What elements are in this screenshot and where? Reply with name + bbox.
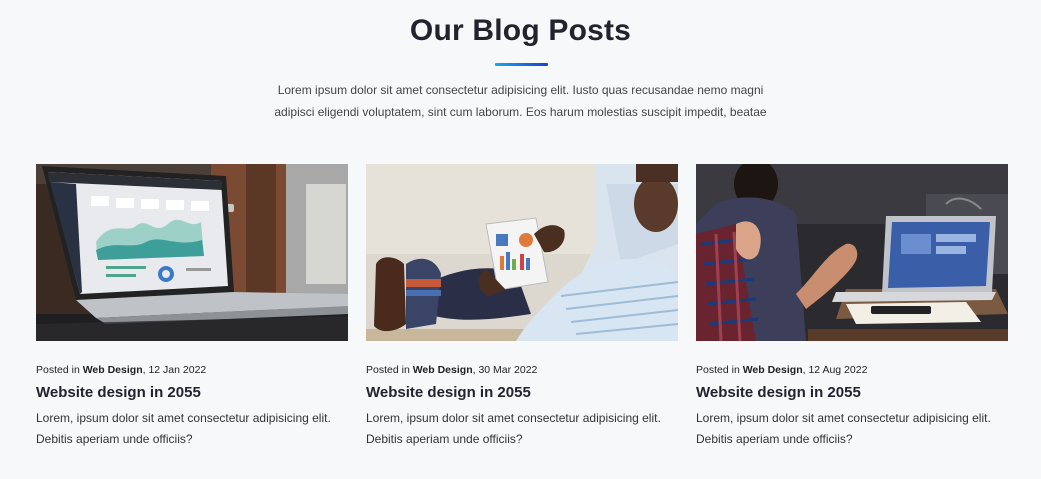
section-title: Our Blog Posts — [409, 14, 632, 47]
blog-card-meta: Posted in Web Design, 12 Aug 2022 — [696, 363, 1008, 377]
post-date: , 12 Jan 2022 — [142, 364, 207, 376]
blog-card[interactable]: Posted in Web Design, 12 Jan 2022 Websit… — [36, 164, 348, 450]
post-date: , 12 Aug 2022 — [802, 364, 868, 376]
posted-in-label: Posted in — [696, 364, 743, 376]
blog-card-image-tablet-charts[interactable] — [366, 164, 678, 341]
post-date: , 30 Mar 2022 — [472, 364, 538, 376]
excerpt-line-2: Debitis aperiam unde officiis? — [36, 432, 193, 446]
blog-card-meta: Posted in Web Design, 30 Mar 2022 — [366, 363, 678, 377]
excerpt-line-2: Debitis aperiam unde officiis? — [366, 432, 523, 446]
blog-card-title[interactable]: Website design in 2055 — [36, 384, 348, 402]
posted-in-label: Posted in — [366, 364, 413, 376]
title-underline — [495, 63, 548, 66]
excerpt-line-1: Lorem, ipsum dolor sit amet consectetur … — [696, 411, 991, 425]
blog-card-excerpt: Lorem, ipsum dolor sit amet consectetur … — [696, 408, 1008, 450]
blog-card-meta: Posted in Web Design, 12 Jan 2022 — [36, 363, 348, 377]
blog-card-title[interactable]: Website design in 2055 — [366, 384, 678, 402]
section-description-line-1: Lorem ipsum dolor sit amet consectetur a… — [277, 83, 764, 97]
blog-card-image-meeting-laptop[interactable] — [696, 164, 1008, 341]
blog-card-title[interactable]: Website design in 2055 — [696, 384, 1008, 402]
blog-card[interactable]: Posted in Web Design, 12 Aug 2022 Websit… — [696, 164, 1008, 450]
blog-card-excerpt: Lorem, ipsum dolor sit amet consectetur … — [366, 408, 678, 450]
blog-card-image-laptop-dashboard[interactable] — [36, 164, 348, 341]
category-link[interactable]: Web Design — [83, 364, 143, 376]
blog-card-excerpt: Lorem, ipsum dolor sit amet consectetur … — [36, 408, 348, 450]
excerpt-line-2: Debitis aperiam unde officiis? — [696, 432, 853, 446]
excerpt-line-1: Lorem, ipsum dolor sit amet consectetur … — [366, 411, 661, 425]
blog-card[interactable]: Posted in Web Design, 30 Mar 2022 Websit… — [366, 164, 678, 450]
posted-in-label: Posted in — [36, 364, 83, 376]
category-link[interactable]: Web Design — [743, 364, 803, 376]
excerpt-line-1: Lorem, ipsum dolor sit amet consectetur … — [36, 411, 331, 425]
section-description: Lorem ipsum dolor sit amet consectetur a… — [260, 79, 781, 123]
section-description-line-2: adipisci eligendi voluptatem, sint cum l… — [274, 105, 767, 119]
category-link[interactable]: Web Design — [413, 364, 473, 376]
